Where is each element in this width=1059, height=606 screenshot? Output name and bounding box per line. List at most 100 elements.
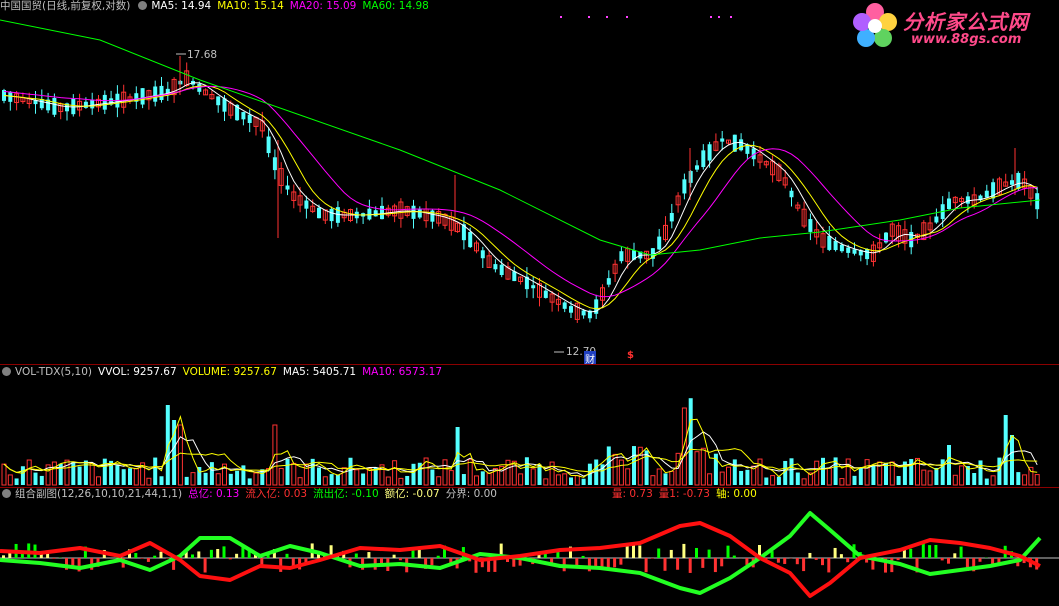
- flow-bar: [934, 544, 938, 558]
- volume-settings-icon[interactable]: [2, 367, 11, 376]
- volume-bar-down: [789, 458, 794, 485]
- volume-bar-down: [606, 446, 611, 485]
- volume-bar-up: [669, 470, 675, 486]
- site-logo: 分析家公式网 www.88gs.com: [851, 2, 1051, 54]
- volume-bar-up: [385, 476, 391, 486]
- ma10-line: [3, 85, 1038, 310]
- candle-body-down: [222, 98, 227, 112]
- volume-bar-up: [518, 473, 524, 486]
- candle-body-down: [720, 138, 725, 142]
- flow-bar: [222, 546, 226, 558]
- volume-bar-down: [241, 465, 246, 485]
- volume-bar-down: [209, 462, 214, 485]
- volume-bar-up: [354, 469, 360, 486]
- volume-bar-up: [864, 459, 870, 486]
- flow-bar: [317, 554, 320, 558]
- candle-body-down: [682, 179, 687, 194]
- volume-bar-up: [656, 468, 662, 486]
- candle-body-down: [247, 114, 252, 123]
- volume-bar-up: [215, 473, 221, 486]
- ma60-line: [0, 19, 1041, 256]
- indicator-settings-icon[interactable]: [138, 1, 148, 10]
- candle-body-down: [499, 264, 504, 276]
- volume-bars-chart[interactable]: [0, 365, 1059, 487]
- flow-bar: [707, 549, 711, 558]
- volume-bar-down: [77, 466, 82, 485]
- volume-bar-up: [814, 460, 820, 486]
- candle-body-down: [52, 97, 57, 115]
- candle-body-down: [569, 306, 573, 313]
- volume-bar-up: [681, 407, 687, 486]
- flow-bar: [197, 551, 201, 558]
- flow-bar: [52, 558, 56, 559]
- volume-bar-down: [594, 459, 599, 485]
- subchart-header-right: 量: 0.73 量1: -0.73 轴: 0.00: [612, 488, 763, 501]
- flow-bar: [613, 558, 617, 568]
- price-chart-panel[interactable]: 中国国贸(日线,前复权,对数) MA5: 14.94 MA10: 15.14 MA20…: [0, 0, 1059, 366]
- candle-body-down: [317, 207, 321, 219]
- volume-bar-up: [675, 452, 681, 486]
- candle-body-down: [285, 185, 290, 190]
- flow-bar: [134, 553, 138, 558]
- flow-bar: [20, 553, 24, 558]
- candle-body-down: [468, 232, 473, 248]
- candle-body-down: [657, 236, 662, 250]
- volume-bar-down: [33, 472, 38, 485]
- liang-label: 量: 0.73: [612, 488, 653, 500]
- flow-bar: [940, 558, 944, 561]
- volume-bar-up: [133, 468, 139, 486]
- candle-body-down: [701, 150, 706, 168]
- flow-bar: [978, 558, 982, 562]
- volume-bar-up: [190, 472, 196, 486]
- flow-bar: [682, 543, 686, 558]
- vol-title[interactable]: VOL-TDX(5,10): [15, 366, 92, 378]
- flow-bar: [638, 545, 642, 558]
- candle-body-down: [153, 86, 158, 102]
- flow-bar: [644, 558, 648, 573]
- candle-body-down: [83, 101, 88, 108]
- volume-bar-up: [474, 475, 479, 486]
- logo-text: 分析家公式网: [903, 10, 1029, 34]
- candle-body-down: [380, 205, 384, 220]
- stock-title[interactable]: 中国国贸(日线,前复权,对数): [0, 0, 130, 12]
- volume-bar-up: [726, 466, 731, 486]
- volume-bar-up: [1022, 474, 1028, 486]
- fund-flow-chart[interactable]: [0, 488, 1059, 606]
- volume-bar-down: [632, 446, 636, 485]
- high-price-label: 17.68: [187, 49, 218, 61]
- candle-body-down: [411, 205, 416, 219]
- flow-bar: [953, 553, 957, 558]
- volume-bar-down: [102, 458, 107, 485]
- volume-bar-up: [253, 472, 259, 486]
- subchart-settings-icon[interactable]: [2, 489, 11, 498]
- volume-bar-up: [618, 459, 624, 486]
- ma20-line: [3, 85, 1038, 298]
- candlestick-chart[interactable]: [0, 0, 1059, 364]
- volume-bar-down: [20, 466, 25, 485]
- volume-bar-down: [852, 475, 857, 485]
- candle-body-down: [833, 240, 838, 251]
- liuru-label: 流入亿: 0.03: [245, 488, 308, 500]
- combo-subchart-panel[interactable]: 组合副图(12,26,10,10,21,44,1,1) 总亿: 0.13 流入亿: …: [0, 488, 1059, 606]
- candle-body-down: [562, 302, 567, 309]
- candle-body-down: [789, 190, 794, 198]
- volume-panel[interactable]: VOL-TDX(5,10) VVOL: 9257.67 VOLUME: 9257.6…: [0, 365, 1059, 487]
- candle-body-down: [304, 200, 309, 209]
- flow-bar: [417, 549, 421, 558]
- volume-bar-down: [745, 469, 750, 485]
- volume-bar-up: [96, 476, 101, 486]
- volume-bar-down: [348, 457, 353, 485]
- candle-body-down: [839, 244, 844, 252]
- volume-bar-up: [398, 477, 404, 486]
- flow-bar: [367, 552, 371, 558]
- price-header: 中国国贸(日线,前复权,对数) MA5: 14.94 MA10: 15.14 MA20…: [0, 0, 435, 13]
- ma5-label: MA5: 14.94: [151, 0, 212, 12]
- candle-body-down: [373, 210, 378, 217]
- volume-bar-up: [959, 465, 965, 486]
- volume-bar-down: [247, 478, 252, 485]
- dividend-marker[interactable]: $: [627, 350, 634, 361]
- candle-body-down: [669, 212, 674, 222]
- candle-body-down: [266, 136, 271, 154]
- sub-title[interactable]: 组合副图(12,26,10,10,21,44,1,1): [15, 488, 182, 500]
- volume-header: VOL-TDX(5,10) VVOL: 9257.67 VOLUME: 9257.6…: [0, 366, 448, 379]
